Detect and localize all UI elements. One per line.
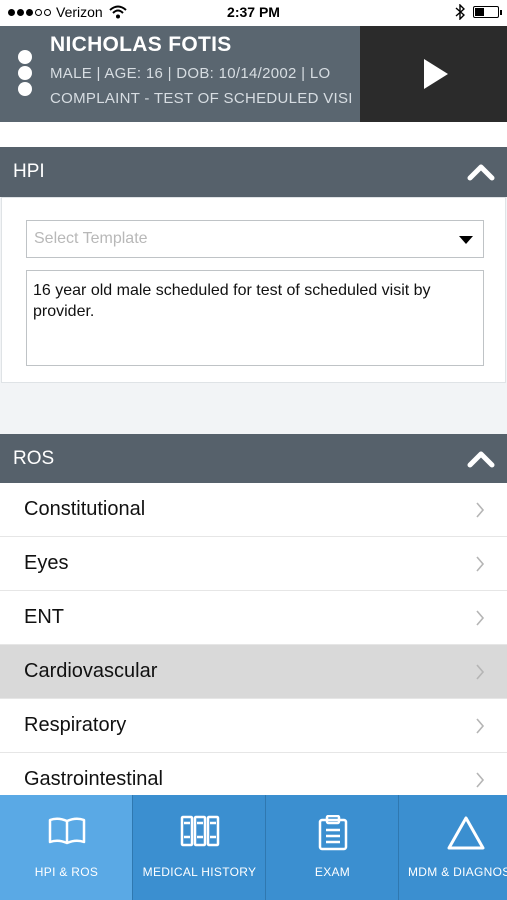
ros-item-label: ENT	[24, 606, 64, 628]
patient-header: NICHOLAS FOTIS MALE | AGE: 16 | DOB: 10/…	[0, 26, 507, 122]
status-right	[455, 4, 502, 20]
chevron-right-icon	[476, 664, 485, 680]
ros-item-cardiovascular[interactable]: Cardiovascular	[0, 645, 507, 699]
chevron-right-icon	[476, 556, 485, 572]
bluetooth-icon	[455, 4, 465, 20]
ros-item-label: Cardiovascular	[24, 660, 158, 682]
ros-item-label: Constitutional	[24, 498, 146, 520]
ros-title: ROS	[13, 448, 55, 469]
patient-info: NICHOLAS FOTIS MALE | AGE: 16 | DOB: 10/…	[50, 33, 360, 107]
tab-mdm-diagnosis[interactable]: MDM & DIAGNOS	[399, 795, 507, 900]
play-button[interactable]	[360, 26, 507, 122]
tab-label: MEDICAL HISTORY	[142, 865, 257, 879]
hpi-note-textarea[interactable]: 16 year old male scheduled for test of s…	[26, 270, 484, 366]
binders-icon	[180, 815, 219, 847]
patient-details: MALE | AGE: 16 | DOB: 10/14/2002 | LO	[50, 65, 331, 82]
hpi-body: Select Template 16 year old male schedul…	[1, 197, 506, 383]
template-placeholder: Select Template	[34, 230, 148, 247]
chevron-right-icon	[476, 610, 485, 626]
ros-list: Constitutional Eyes ENT Cardiovascular R…	[0, 483, 507, 807]
hpi-section-header[interactable]: HPI	[0, 147, 507, 197]
patient-complaint: COMPLAINT - TEST OF SCHEDULED VISI	[50, 90, 353, 107]
tab-label: MDM & DIAGNOS	[408, 865, 507, 879]
triangle-icon	[447, 816, 484, 850]
chevron-right-icon	[476, 502, 485, 518]
chevron-right-icon	[476, 718, 485, 734]
tab-label: HPI & ROS	[34, 865, 99, 879]
tab-hpi-ros[interactable]: HPI & ROS	[0, 795, 133, 900]
patient-name: NICHOLAS FOTIS	[50, 33, 232, 56]
ros-item-ent[interactable]: ENT	[0, 591, 507, 645]
chevron-right-icon	[476, 772, 485, 788]
clipboard-icon	[318, 815, 347, 851]
ros-item-label: Eyes	[24, 552, 69, 574]
book-icon	[48, 817, 85, 845]
ros-section-header[interactable]: ROS	[0, 434, 507, 484]
chevron-up-icon[interactable]	[467, 162, 495, 182]
header-spacer	[0, 122, 507, 148]
hpi-title: HPI	[13, 161, 45, 182]
ros-item-eyes[interactable]: Eyes	[0, 537, 507, 591]
chevron-up-icon[interactable]	[467, 449, 495, 469]
tab-medical-history[interactable]: MEDICAL HISTORY	[133, 795, 266, 900]
ros-item-constitutional[interactable]: Constitutional	[0, 483, 507, 537]
caret-down-icon	[459, 236, 473, 244]
bottom-tab-bar: HPI & ROS MEDICAL HISTORY EXAM MDM & DIA…	[0, 795, 507, 900]
more-options-icon[interactable]	[18, 50, 34, 98]
ros-item-label: Gastrointestinal	[24, 768, 163, 790]
status-bar: Verizon 2:37 PM	[0, 0, 507, 26]
template-select[interactable]: Select Template	[26, 220, 484, 258]
ros-item-label: Respiratory	[24, 714, 127, 736]
battery-icon	[473, 6, 502, 18]
ros-item-respiratory[interactable]: Respiratory	[0, 699, 507, 753]
play-icon	[423, 59, 448, 89]
tab-exam[interactable]: EXAM	[266, 795, 399, 900]
clock: 2:37 PM	[227, 4, 280, 20]
tab-label: EXAM	[314, 865, 351, 879]
